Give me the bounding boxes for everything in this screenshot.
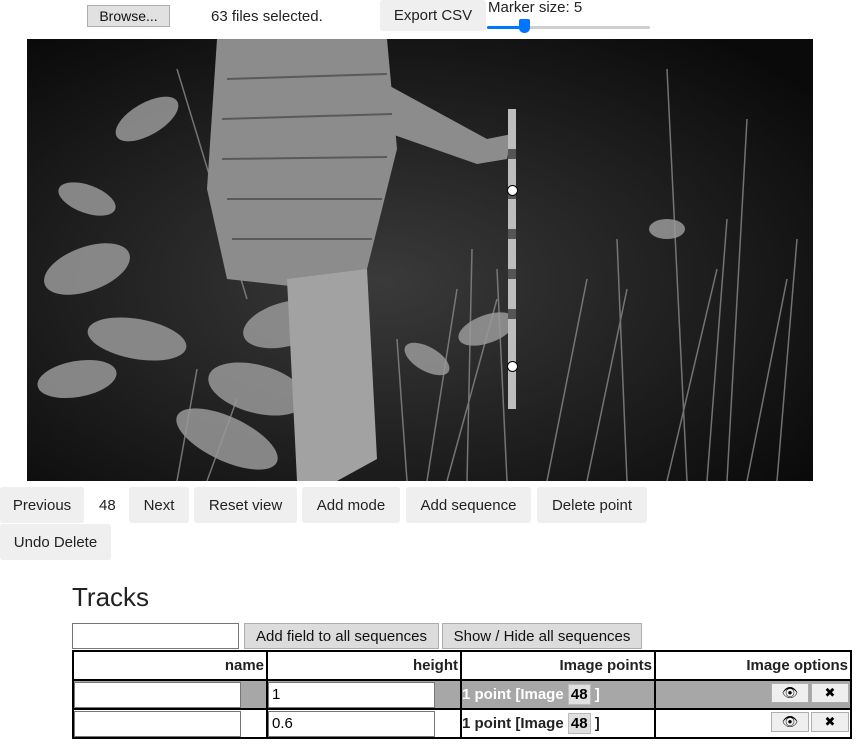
height-input[interactable]: [268, 681, 435, 708]
marker-size-label: Marker size: 5: [488, 0, 583, 16]
add-field-button[interactable]: Add field to all sequences: [244, 623, 439, 649]
next-button[interactable]: Next: [129, 487, 189, 523]
marker-size-slider[interactable]: [487, 19, 650, 33]
browse-button[interactable]: Browse...: [87, 5, 170, 27]
image-options-cell: 👁 ✖: [654, 679, 852, 710]
delete-point-button[interactable]: Delete point: [537, 487, 647, 523]
image-link[interactable]: 48: [567, 713, 591, 734]
eye-icon[interactable]: 👁: [771, 712, 809, 732]
trail-camera-image: [27, 39, 813, 481]
name-cell: [72, 679, 268, 710]
image-points-suffix: ]: [594, 715, 600, 732]
new-field-input[interactable]: [72, 623, 239, 649]
name-input[interactable]: [74, 710, 241, 737]
track-point-marker[interactable]: [507, 361, 518, 372]
image-points-cell: 1 point [Image 48 ]: [460, 679, 656, 710]
previous-button[interactable]: Previous: [0, 487, 84, 523]
height-input[interactable]: [268, 710, 435, 737]
show-hide-sequences-button[interactable]: Show / Hide all sequences: [442, 623, 642, 649]
slider-thumb[interactable]: [519, 19, 530, 33]
export-csv-button[interactable]: Export CSV: [380, 0, 486, 31]
height-cell: [266, 708, 462, 739]
column-header-image-options: Image options: [654, 650, 852, 681]
files-selected-status: 63 files selected.: [211, 8, 323, 25]
image-link[interactable]: 48: [567, 684, 591, 705]
column-header-name: name: [72, 650, 268, 681]
eye-icon[interactable]: 👁: [771, 683, 809, 703]
close-icon[interactable]: ✖: [811, 683, 849, 703]
close-icon[interactable]: ✖: [811, 712, 849, 732]
current-image-index: 48: [99, 497, 116, 514]
height-cell: [266, 679, 462, 710]
table-row[interactable]: 1 point [Image 48 ] 👁 ✖: [72, 679, 852, 710]
name-input[interactable]: [74, 681, 241, 708]
name-cell: [72, 708, 268, 739]
column-header-height: height: [266, 650, 462, 681]
image-points-cell: 1 point [Image 48 ]: [460, 708, 656, 739]
tracks-heading: Tracks: [72, 582, 150, 612]
reset-view-button[interactable]: Reset view: [194, 487, 297, 523]
track-point-marker[interactable]: [507, 185, 518, 196]
image-points-text: 1 point [Image: [462, 686, 564, 703]
image-options-cell: 👁 ✖: [654, 708, 852, 739]
image-points-suffix: ]: [594, 686, 600, 703]
add-mode-button[interactable]: Add mode: [302, 487, 400, 523]
column-header-image-points: Image points: [460, 650, 656, 681]
tracks-table: name height Image points Image options 1…: [72, 650, 852, 739]
table-row[interactable]: 1 point [Image 48 ] 👁 ✖: [72, 708, 852, 739]
add-sequence-button[interactable]: Add sequence: [406, 487, 531, 523]
table-header-row: name height Image points Image options: [72, 650, 852, 681]
undo-delete-button[interactable]: Undo Delete: [0, 524, 111, 560]
image-viewer[interactable]: [27, 39, 813, 481]
image-points-text: 1 point [Image: [462, 715, 564, 732]
